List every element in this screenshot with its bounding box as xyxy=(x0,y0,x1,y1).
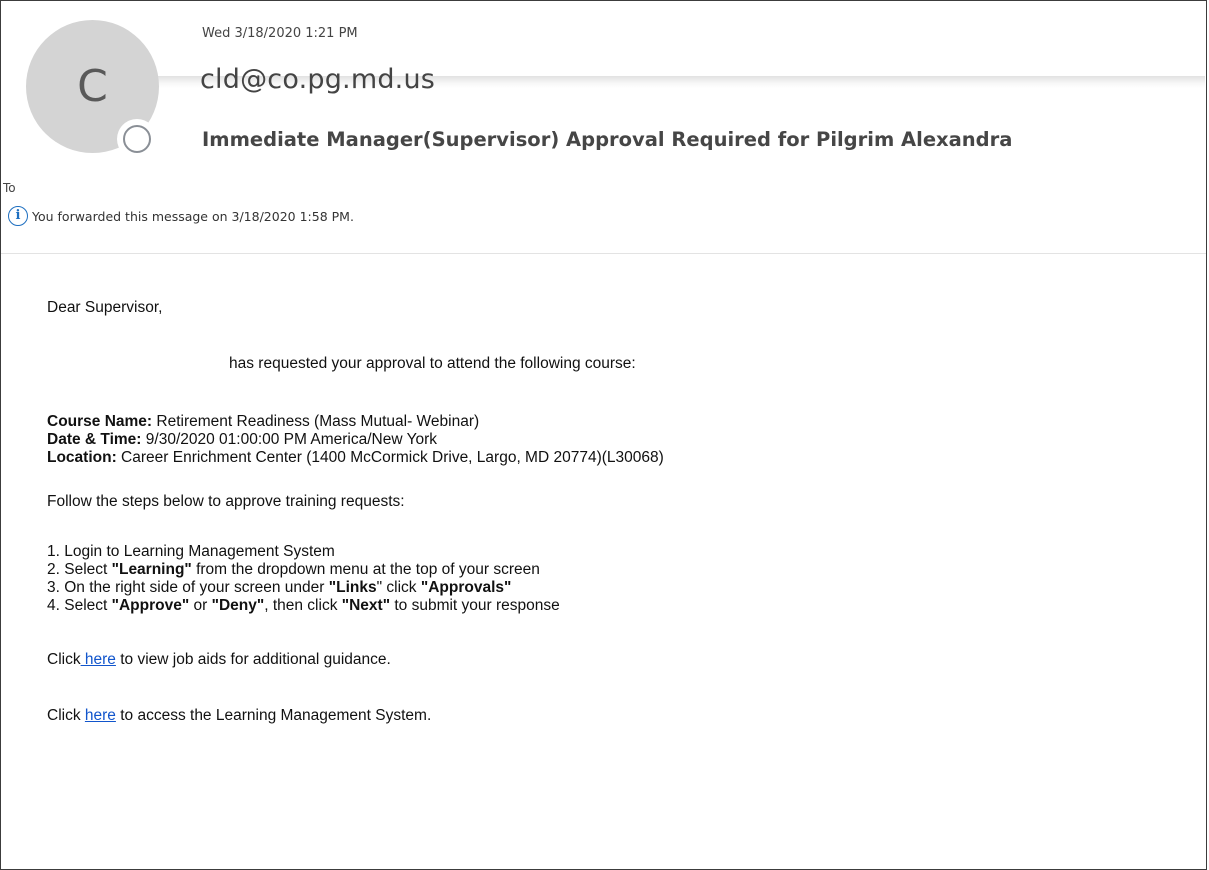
lms-prefix: Click xyxy=(47,707,85,724)
job-aids-line: Click here to view job aids for addition… xyxy=(47,651,391,669)
location-label: Location: xyxy=(47,449,117,466)
subject-line: Immediate Manager(Supervisor) Approval R… xyxy=(202,128,1013,151)
job-aids-prefix: Click xyxy=(47,651,81,668)
header-divider xyxy=(1,253,1206,254)
step-4-then: , then click xyxy=(264,597,342,614)
course-name-label: Course Name: xyxy=(47,413,153,430)
step-2-prefix: 2. Select xyxy=(47,561,112,578)
to-label: To xyxy=(3,181,16,195)
course-name-line: Course Name: Retirement Readiness (Mass … xyxy=(47,413,479,431)
datetime-line: Date & Time: 9/30/2020 01:00:00 PM Ameri… xyxy=(47,431,437,449)
step-2: 2. Select "Learning" from the dropdown m… xyxy=(47,561,540,579)
step-3: 3. On the right side of your screen unde… xyxy=(47,579,511,597)
info-icon: i xyxy=(8,206,28,226)
job-aids-link[interactable]: here xyxy=(81,651,116,668)
step-4-prefix: 4. Select xyxy=(47,597,112,614)
step-3-approvals: "Approvals" xyxy=(420,579,512,596)
sender-address[interactable]: cld@co.pg.md.us xyxy=(200,64,435,95)
presence-status-icon xyxy=(117,119,157,159)
step-4-or: or xyxy=(189,597,212,614)
step-4-approve: "Approve" xyxy=(111,597,190,614)
sent-date: Wed 3/18/2020 1:21 PM xyxy=(202,26,358,41)
info-text: You forwarded this message on 3/18/2020 … xyxy=(32,209,354,224)
step-3-middle: " click xyxy=(376,579,421,596)
greeting: Dear Supervisor, xyxy=(47,299,163,316)
step-1: 1. Login to Learning Management System xyxy=(47,543,335,560)
lms-suffix: to access the Learning Management System… xyxy=(115,707,432,724)
step-4-suffix: to submit your response xyxy=(390,597,560,614)
step-3-prefix: 3. On the right side of your screen unde… xyxy=(47,579,329,596)
lms-link[interactable]: here xyxy=(85,707,116,724)
step-2-learning: "Learning" xyxy=(111,561,192,578)
step-4-deny: "Deny" xyxy=(211,597,265,614)
location-line: Location: Career Enrichment Center (1400… xyxy=(47,449,664,467)
step-3-links: "Links xyxy=(328,579,377,596)
job-aids-suffix: to view job aids for additional guidance… xyxy=(115,651,391,668)
step-2-suffix: from the dropdown menu at the top of you… xyxy=(191,561,540,578)
course-name-value: Retirement Readiness (Mass Mutual- Webin… xyxy=(152,413,480,430)
steps-intro: Follow the steps below to approve traini… xyxy=(47,493,405,510)
avatar-initial: C xyxy=(77,61,108,112)
request-line: has requested your approval to attend th… xyxy=(229,355,636,372)
datetime-value: 9/30/2020 01:00:00 PM America/New York xyxy=(141,431,438,448)
lms-line: Click here to access the Learning Manage… xyxy=(47,707,431,725)
datetime-label: Date & Time: xyxy=(47,431,142,448)
step-4-next: "Next" xyxy=(341,597,391,614)
location-value: Career Enrichment Center (1400 McCormick… xyxy=(116,449,664,466)
step-4: 4. Select "Approve" or "Deny", then clic… xyxy=(47,597,560,615)
